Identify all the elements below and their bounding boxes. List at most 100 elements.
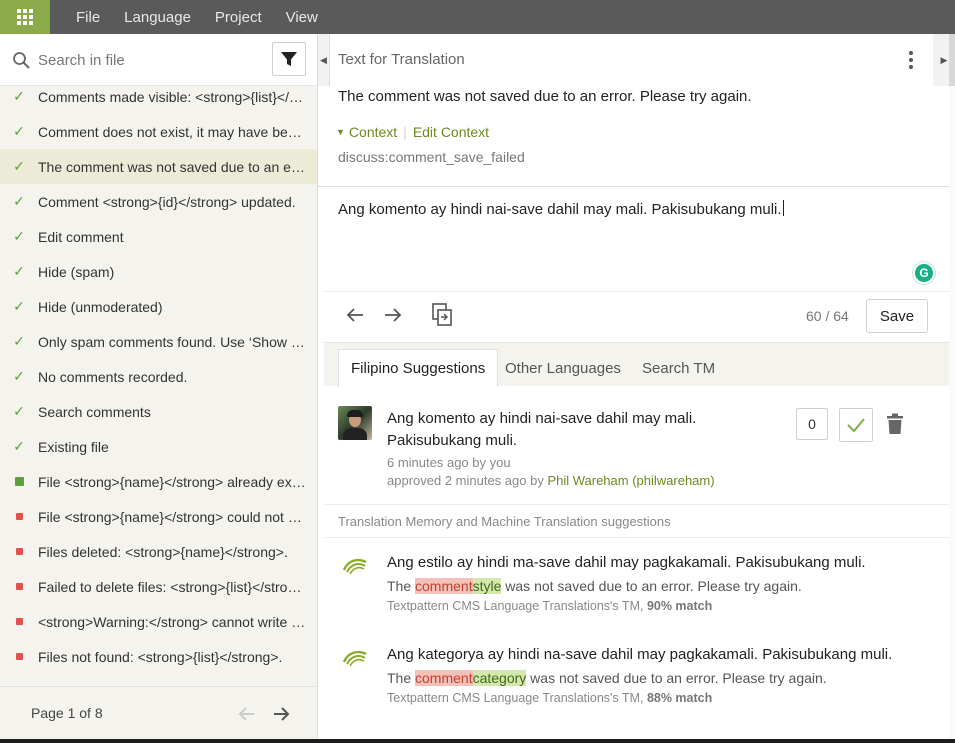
copy-source-icon[interactable]: [431, 302, 453, 328]
suggested-status-icon: [0, 477, 38, 486]
list-item[interactable]: <strong>Warning:</strong> cannot write t…: [0, 604, 317, 639]
list-item-label: Comment does not exist, it may have bee.…: [38, 123, 306, 140]
prev-page-button[interactable]: [236, 703, 258, 725]
more-options-icon[interactable]: [906, 50, 916, 70]
list-item[interactable]: Files deleted: <strong>{name}</strong>.: [0, 534, 317, 569]
list-item[interactable]: ✓ Comment does not exist, it may have bee…: [0, 114, 317, 149]
panel-title: Text for Translation: [338, 51, 465, 68]
diff-text: was not saved due to an error. Please tr…: [501, 578, 802, 594]
filter-button[interactable]: [272, 42, 306, 76]
tm-header-label: Translation Memory and Machine Translati…: [338, 514, 671, 529]
checkmark-icon: ✓: [13, 403, 25, 419]
list-item[interactable]: ✓ Hide (unmoderated): [0, 289, 317, 324]
diff-removed: comment: [415, 670, 473, 686]
list-item[interactable]: ✓ Hide (spam): [0, 254, 317, 289]
diff-text: was not saved due to an error. Please tr…: [526, 670, 827, 686]
text-caret: [782, 200, 784, 216]
tm-item[interactable]: Ang kategorya ay hindi na-save dahil may…: [324, 630, 950, 722]
suggestion-text: Ang komento ay hindi nai-save dahil may …: [387, 410, 697, 449]
grid-icon: [17, 9, 33, 25]
list-item-label: Comments made visible: <strong>{list}</s…: [38, 88, 306, 105]
next-string-button[interactable]: [382, 304, 404, 326]
vote-count: 0: [796, 408, 828, 440]
list-item-label: <strong>Warning:</strong> cannot write t…: [38, 613, 306, 630]
list-item[interactable]: ✓ No comments recorded.: [0, 359, 317, 394]
collapse-sidebar-button[interactable]: ◀: [318, 34, 330, 86]
edit-context-link[interactable]: Edit Context: [413, 124, 489, 140]
trash-icon[interactable]: [886, 413, 904, 435]
tm-source-label: Textpattern CMS Language Translations's …: [387, 691, 647, 705]
checkmark-icon: ✓: [13, 298, 25, 314]
source-text: The comment was not saved due to an erro…: [338, 88, 752, 105]
list-item[interactable]: File <strong>{name}</strong> not updated…: [0, 674, 317, 687]
avatar: [338, 406, 372, 440]
tm-item[interactable]: Ang estilo ay hindi ma-save dahil may pa…: [324, 538, 950, 630]
filter-icon: [281, 52, 297, 66]
context-row: ▼ Context | Edit Context: [336, 124, 489, 140]
context-toggle[interactable]: Context: [349, 124, 397, 140]
untranslated-status-icon: [0, 548, 38, 555]
list-item[interactable]: ✓ Existing file: [0, 429, 317, 464]
translation-text: Ang komento ay hindi nai-save dahil may …: [338, 201, 782, 218]
list-item[interactable]: Files not found: <strong>{list}</strong>…: [0, 639, 317, 674]
list-item[interactable]: ✓ Comments made visible: <strong>{list}</…: [0, 86, 317, 114]
list-item-label: The comment was not saved due to an err.…: [38, 158, 306, 175]
scrollbar[interactable]: [949, 86, 955, 743]
list-item-label: Hide (spam): [38, 263, 115, 280]
string-list: ✓ Comments made visible: <strong>{list}</…: [0, 86, 317, 686]
grammarly-icon[interactable]: G: [913, 262, 935, 284]
check-icon: [847, 418, 865, 433]
tm-translation: Ang kategorya ay hindi na-save dahil may…: [387, 646, 893, 663]
list-item[interactable]: File <strong>{name}</strong> already exi…: [0, 464, 317, 499]
list-item[interactable]: Failed to delete files: <strong>{list}</…: [0, 569, 317, 604]
previous-string-button[interactable]: [344, 304, 366, 326]
search-input[interactable]: [38, 48, 248, 72]
search-icon: [13, 52, 30, 69]
divider: [324, 291, 950, 292]
tm-match-percent: 88% match: [646, 691, 713, 705]
list-item[interactable]: ✓ Edit comment: [0, 219, 317, 254]
diff-text: The: [387, 578, 416, 594]
list-item-label: Edit comment: [38, 228, 124, 245]
untranslated-status-icon: [0, 513, 38, 520]
diff-text: The: [387, 670, 416, 686]
page-indicator: Page 1 of 8: [31, 705, 103, 721]
menu-language[interactable]: Language: [124, 9, 191, 26]
diff-added: category: [472, 670, 527, 686]
apps-button[interactable]: [0, 0, 50, 34]
list-item-label: Failed to delete files: <strong>{list}</…: [38, 578, 306, 595]
translation-input[interactable]: Ang komento ay hindi nai-save dahil may …: [338, 200, 784, 218]
tab-other-languages[interactable]: Other Languages: [493, 349, 633, 387]
list-item[interactable]: ✓ The comment was not saved due to an err…: [0, 149, 317, 184]
suggestion-tabs: Filipino Suggestions Other Languages Sea…: [324, 342, 950, 387]
list-item[interactable]: ✓ Only spam comments found. Use ‘Show s..…: [0, 324, 317, 359]
save-button[interactable]: Save: [866, 299, 928, 333]
menu-view[interactable]: View: [286, 9, 318, 26]
list-item-label: Comment <strong>{id}</strong> updated.: [38, 193, 296, 210]
list-item[interactable]: ✓ Search comments: [0, 394, 317, 429]
scrollbar[interactable]: [949, 34, 955, 86]
pager: Page 1 of 8: [0, 686, 317, 743]
checkmark-icon: ✓: [13, 263, 25, 279]
list-item[interactable]: File <strong>{name}</strong> could not b…: [0, 499, 317, 534]
search-bar: [0, 34, 317, 86]
approve-button[interactable]: [839, 408, 873, 442]
tm-source: Textpattern CMS Language Translations's …: [387, 599, 712, 613]
checkmark-icon: ✓: [13, 123, 25, 139]
next-page-button[interactable]: [270, 703, 292, 725]
diff-added: style: [472, 578, 502, 594]
checkmark-icon: ✓: [13, 368, 25, 384]
suggestion-approval: approved 2 minutes ago by Phil Wareham (…: [387, 473, 715, 488]
menu-file[interactable]: File: [76, 9, 100, 26]
menu-project[interactable]: Project: [215, 9, 262, 26]
caret-down-icon: ▼: [336, 127, 345, 137]
suggestion-item: Ang komento ay hindi nai-save dahil may …: [324, 386, 950, 504]
tab-filipino-suggestions[interactable]: Filipino Suggestions: [338, 349, 499, 387]
divider: [318, 186, 950, 187]
list-item[interactable]: ✓ Comment <strong>{id}</strong> updated.: [0, 184, 317, 219]
tab-search-tm[interactable]: Search TM: [630, 349, 727, 387]
approver-link[interactable]: Phil Wareham (philwareham): [547, 473, 714, 488]
untranslated-status-icon: [0, 618, 38, 625]
list-item-label: Search comments: [38, 403, 151, 420]
list-item-label: Hide (unmoderated): [38, 298, 163, 315]
